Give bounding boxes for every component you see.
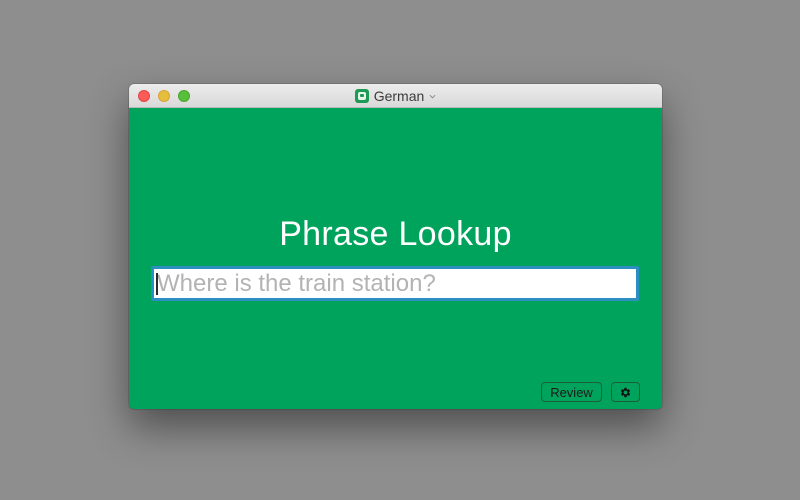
phrase-search-input[interactable] bbox=[154, 269, 636, 298]
main-panel: Phrase Lookup Review bbox=[129, 108, 662, 409]
app-window: German Phrase Lookup Review bbox=[129, 84, 662, 409]
title-bar[interactable]: German bbox=[129, 84, 662, 108]
text-caret bbox=[156, 273, 158, 295]
search-field-container[interactable] bbox=[151, 266, 639, 301]
settings-button[interactable] bbox=[611, 382, 640, 402]
chevron-down-icon bbox=[429, 94, 436, 99]
page-title: Phrase Lookup bbox=[279, 215, 512, 253]
language-selector[interactable]: German bbox=[129, 84, 662, 108]
app-icon bbox=[354, 89, 369, 103]
review-button[interactable]: Review bbox=[541, 382, 602, 402]
window-title: German bbox=[373, 88, 425, 104]
gear-icon bbox=[620, 387, 631, 397]
